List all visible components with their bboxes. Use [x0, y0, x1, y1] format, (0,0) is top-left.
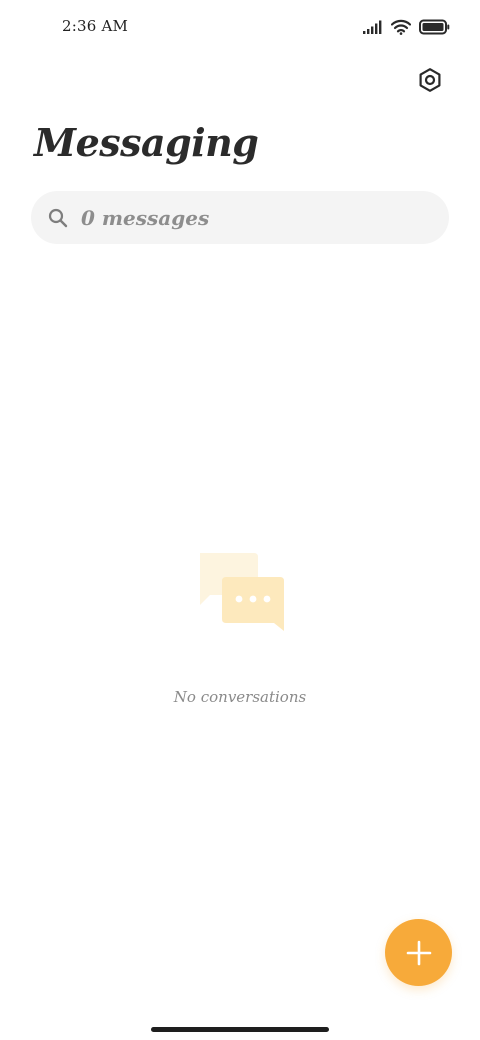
- plus-icon: [406, 940, 431, 965]
- messaging-screen: 2:36 AM Messaging 0 messages No conversa…: [0, 0, 480, 1040]
- wifi-icon: [391, 19, 411, 35]
- page-title: Messaging: [34, 120, 259, 165]
- status-time: 2:36 AM: [62, 17, 129, 35]
- settings-button[interactable]: [416, 66, 444, 94]
- search-bar[interactable]: [31, 191, 449, 244]
- chat-bubbles-icon: [200, 553, 284, 631]
- battery-icon: [419, 19, 450, 35]
- search-icon: [48, 208, 68, 228]
- signal-icon: [363, 20, 383, 34]
- settings-hexagon-icon: [419, 68, 441, 92]
- home-indicator[interactable]: [151, 1027, 329, 1032]
- search-input[interactable]: [81, 191, 421, 244]
- empty-state-message: No conversations: [173, 688, 307, 706]
- status-bar: 2:36 AM: [0, 0, 480, 54]
- new-conversation-button[interactable]: [385, 919, 452, 986]
- status-icons: [363, 17, 450, 37]
